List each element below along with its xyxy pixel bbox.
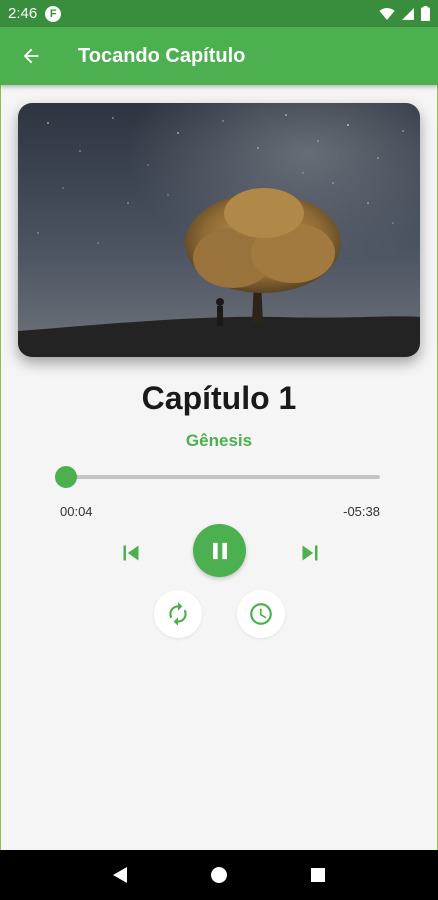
wifi-icon: [379, 7, 395, 20]
nav-home-button[interactable]: [204, 860, 234, 890]
skip-previous-icon: [123, 545, 139, 561]
app-notification-icon: F: [45, 5, 62, 22]
nav-recents-button[interactable]: [303, 860, 333, 890]
previous-button[interactable]: [114, 536, 148, 570]
clock-icon: [250, 603, 272, 625]
recents-square-icon: [311, 868, 326, 882]
repeat-button[interactable]: [154, 590, 202, 638]
pause-icon: [212, 542, 227, 559]
elapsed-time: 00:04: [60, 504, 93, 519]
battery-icon: [421, 6, 430, 21]
chapter-title: Capítulo 1: [141, 380, 297, 416]
page-title: Tocando Capítulo: [78, 44, 246, 67]
seek-slider[interactable]: [52, 466, 384, 488]
repeat-icon: [169, 602, 187, 626]
play-pause-button[interactable]: [193, 524, 246, 577]
cover-image: [18, 103, 420, 357]
nav-back-button[interactable]: [105, 860, 135, 890]
app-bar: Tocando Capítulo: [0, 27, 438, 85]
back-button[interactable]: [1, 27, 61, 85]
seek-thumb[interactable]: [54, 466, 77, 488]
status-icons: [379, 6, 430, 21]
next-button[interactable]: [293, 536, 327, 570]
status-bar: 2:46 F: [0, 0, 438, 27]
home-circle-icon: [210, 867, 227, 883]
book-name: Gênesis: [185, 431, 253, 450]
skip-next-icon: [302, 545, 318, 561]
signal-icon: [402, 7, 414, 20]
status-time: 2:46: [8, 5, 38, 22]
remaining-time: -05:38: [343, 504, 380, 519]
arrow-left-icon: [23, 48, 39, 64]
back-triangle-icon: [112, 867, 127, 883]
sleep-timer-button[interactable]: [237, 590, 285, 638]
seek-track: [62, 475, 380, 479]
system-nav-bar: [0, 850, 438, 900]
